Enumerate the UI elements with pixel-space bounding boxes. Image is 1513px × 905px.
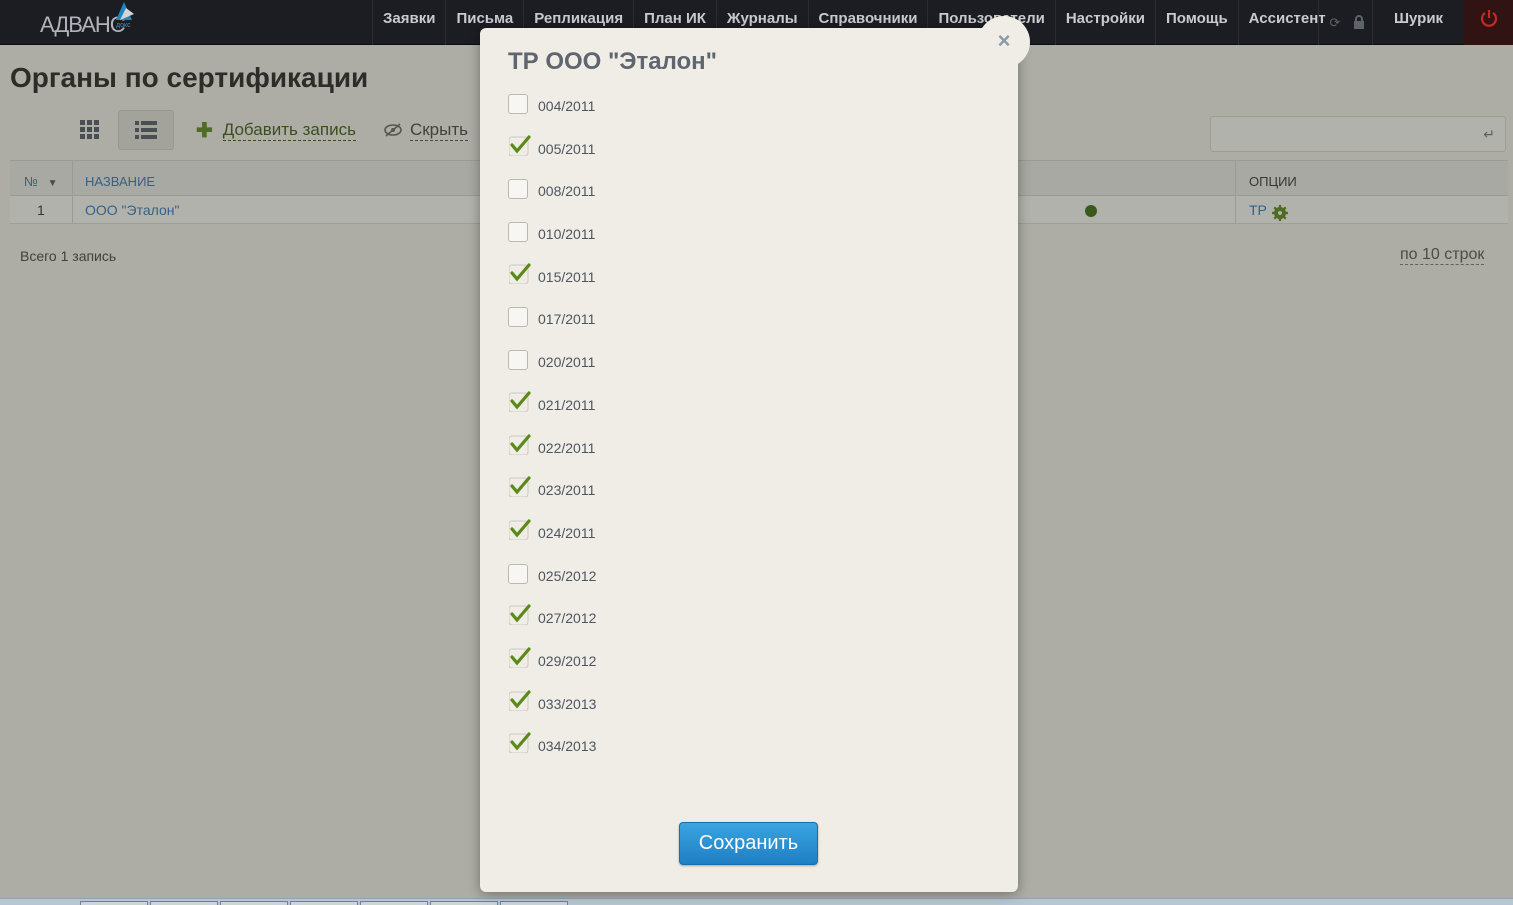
checkbox-item[interactable]: 029/2012 [508, 646, 808, 692]
checkbox-label: 027/2012 [538, 610, 597, 627]
checkbox-item[interactable]: 034/2013 [508, 731, 808, 777]
checkbox-item[interactable]: 033/2013 [508, 689, 808, 735]
checkbox-label: 034/2013 [538, 738, 597, 755]
checkbox-label: 020/2011 [538, 354, 596, 371]
checkbox-empty[interactable] [508, 307, 528, 328]
checkbox-empty[interactable] [508, 350, 528, 371]
checkbox-item[interactable]: 027/2012 [508, 603, 808, 649]
checkbox-item[interactable]: 025/2012 [508, 563, 808, 607]
taskbar-item[interactable] [220, 901, 288, 905]
tr-modal: × ТР ООО "Эталон" 004/2011 005/2011 008/20… [480, 16, 1030, 892]
checkbox-empty[interactable] [508, 94, 528, 114]
taskbar-item[interactable] [80, 901, 148, 905]
taskbar-item[interactable] [360, 901, 428, 905]
checkbox-item[interactable]: 017/2011 [508, 307, 808, 350]
checkbox-item[interactable]: 021/2011 [508, 390, 808, 436]
checkbox-item[interactable]: 008/2011 [508, 179, 808, 222]
checkmark-icon[interactable] [509, 689, 531, 711]
checkbox-item[interactable]: 004/2011 [508, 94, 808, 137]
checkbox-label: 017/2011 [538, 311, 596, 328]
checkbox-label: 033/2013 [538, 695, 597, 712]
checkbox-item[interactable]: 005/2011 [508, 134, 808, 180]
checkmark-icon[interactable] [509, 262, 531, 284]
checkbox-empty[interactable] [508, 563, 528, 584]
checkmark-icon[interactable] [509, 433, 531, 455]
checkmark-icon[interactable] [509, 646, 531, 668]
checkmark-icon[interactable] [509, 518, 531, 540]
save-button[interactable]: Сохранить [679, 822, 818, 865]
checkmark-icon[interactable] [509, 390, 531, 412]
checkbox-item[interactable]: 015/2011 [508, 262, 808, 308]
taskbar-strip [0, 898, 1513, 905]
checkbox-empty[interactable] [508, 222, 528, 243]
checkbox-label: 010/2011 [538, 226, 596, 243]
taskbar-item[interactable] [500, 901, 568, 905]
checkmark-icon[interactable] [509, 603, 531, 626]
taskbar-item[interactable] [430, 901, 498, 905]
checkbox-empty[interactable] [508, 179, 528, 200]
checkbox-label: 029/2012 [538, 652, 597, 669]
checkmark-icon[interactable] [509, 731, 531, 754]
checkbox-label: 015/2011 [538, 268, 596, 285]
checkbox-item[interactable]: 023/2011 [508, 475, 808, 521]
taskbar-item[interactable] [290, 901, 358, 905]
checkbox-list: 004/2011 005/2011 008/2011 010/2011 015/2011… [508, 94, 808, 777]
checkbox-label: 023/2011 [538, 482, 596, 499]
checkbox-label: 024/2011 [538, 524, 596, 541]
checkbox-item[interactable]: 024/2011 [508, 518, 808, 564]
close-icon[interactable]: × [978, 16, 1030, 68]
checkmark-icon[interactable] [509, 134, 531, 156]
checkmark-icon[interactable] [509, 475, 531, 498]
checkbox-label: 005/2011 [538, 140, 596, 157]
taskbar-item[interactable] [150, 901, 218, 905]
checkbox-item[interactable]: 022/2011 [508, 433, 808, 479]
checkbox-label: 008/2011 [538, 183, 596, 200]
checkbox-label: 025/2012 [538, 567, 597, 584]
checkbox-label: 021/2011 [538, 396, 596, 413]
checkbox-label: 022/2011 [538, 439, 596, 456]
checkbox-item[interactable]: 020/2011 [508, 350, 808, 393]
modal-title: ТР ООО "Эталон" [508, 48, 718, 75]
checkbox-item[interactable]: 010/2011 [508, 222, 808, 265]
checkbox-label: 004/2011 [538, 98, 596, 114]
